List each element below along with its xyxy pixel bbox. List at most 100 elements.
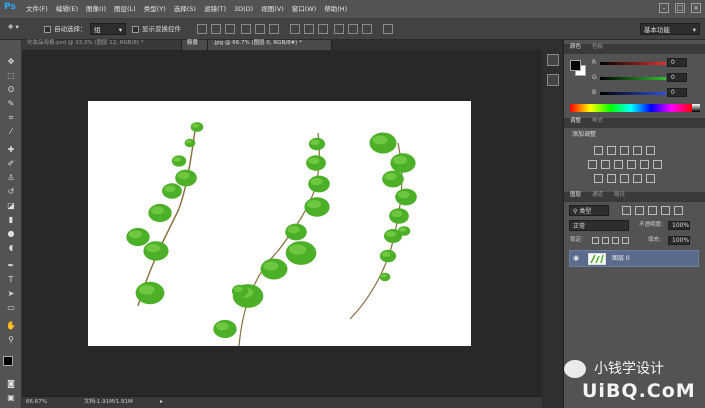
blend-mode-dropdown[interactable]: 正常 [569,220,629,231]
layer-name[interactable]: 图层 0 [612,256,630,262]
channel-r-value[interactable]: 0 [667,58,687,67]
history-panel-icon[interactable] [547,54,559,66]
gradient-map-icon[interactable] [646,174,655,183]
align-bottom-icon[interactable] [225,24,235,34]
channel-r-slider[interactable] [600,62,666,65]
tab-layers[interactable]: 图层 [570,192,581,199]
quick-mask-icon[interactable]: ◙ [5,378,17,389]
menu-file[interactable]: 文件(F) [26,6,48,13]
filter-smart-icon[interactable] [674,206,683,215]
distribute-right-icon[interactable] [362,24,372,34]
brush-tool-icon[interactable]: ✐ [5,158,17,169]
distribute-left-icon[interactable] [334,24,344,34]
menu-view[interactable]: 视图(V) [261,6,284,13]
menu-3d[interactable]: 3D(D) [234,6,253,13]
align-top-icon[interactable] [197,24,207,34]
marquee-tool-icon[interactable]: ⬚ [5,70,17,81]
channel-b-slider[interactable] [600,92,666,95]
color-balance-icon[interactable] [601,160,610,169]
filter-shape-icon[interactable] [661,206,670,215]
channel-g-slider[interactable] [600,77,666,80]
hand-tool-icon[interactable]: ✋ [5,320,17,331]
properties-panel-icon[interactable] [547,74,559,86]
color-lookup-icon[interactable] [653,160,662,169]
maximize-button[interactable]: □ [675,3,685,13]
pen-tool-icon[interactable]: ✒ [5,260,17,271]
filter-pixel-icon[interactable] [622,206,631,215]
filter-type-icon[interactable] [648,206,657,215]
type-tool-icon[interactable]: T [5,274,17,285]
lock-pixels-icon[interactable] [602,237,609,244]
lock-position-icon[interactable] [612,237,619,244]
channel-g-value[interactable]: 0 [667,73,687,82]
grayscale-ramp[interactable] [692,104,700,112]
status-arrow-icon[interactable]: ▸ [160,399,163,405]
zoom-tool-icon[interactable]: ⚲ [5,334,17,345]
move-tool-icon[interactable]: ✥ [5,56,17,67]
fill-value[interactable]: 100% [668,236,690,245]
blur-tool-icon[interactable]: ● [5,228,17,239]
lock-all-icon[interactable] [622,237,629,244]
threshold-icon[interactable] [620,174,629,183]
tab-channels[interactable]: 通道 [592,192,603,199]
menu-help[interactable]: 帮助(H) [324,6,347,13]
path-select-tool-icon[interactable]: ➤ [5,288,17,299]
quick-select-tool-icon[interactable]: ✎ [5,98,17,109]
color-ramp[interactable] [570,104,692,112]
menu-filter[interactable]: 滤镜(T) [204,6,226,13]
menu-window[interactable]: 窗口(W) [292,6,317,13]
gradient-tool-icon[interactable]: ▮ [5,214,17,225]
clone-stamp-tool-icon[interactable]: ♙ [5,172,17,183]
menu-select[interactable]: 选择(S) [174,6,196,13]
foreground-color-swatch[interactable] [3,356,13,366]
crop-tool-icon[interactable]: ⌗ [5,112,17,123]
distribute-vcenter-icon[interactable] [304,24,314,34]
align-vcenter-icon[interactable] [211,24,221,34]
layer-row-selected[interactable]: ◉ 图层 0 [569,250,699,267]
posterize-icon[interactable] [607,174,616,183]
eraser-tool-icon[interactable]: ◪ [5,200,17,211]
vibrance-icon[interactable] [646,146,655,155]
channel-b-value[interactable]: 0 [667,88,687,97]
distribute-top-icon[interactable] [290,24,300,34]
menu-type[interactable]: 类型(Y) [144,6,166,13]
shape-tool-icon[interactable]: ▭ [5,302,17,313]
photo-filter-icon[interactable] [627,160,636,169]
curves-icon[interactable] [620,146,629,155]
lock-transparency-icon[interactable] [592,237,599,244]
eyedropper-tool-icon[interactable]: ⁄ [5,126,17,137]
levels-icon[interactable] [607,146,616,155]
channel-mixer-icon[interactable] [640,160,649,169]
opacity-value[interactable]: 100% [668,221,690,230]
align-left-icon[interactable] [241,24,251,34]
show-transform-checkbox[interactable] [132,26,139,33]
tab-paths[interactable]: 路径 [614,192,625,199]
selective-color-icon[interactable] [633,174,642,183]
menu-layer[interactable]: 图层(L) [114,6,136,13]
tab-adjustments[interactable]: 调整 [570,118,581,125]
align-hcenter-icon[interactable] [255,24,265,34]
exposure-icon[interactable] [633,146,642,155]
tab-color[interactable]: 颜色 [570,44,581,51]
dodge-tool-icon[interactable]: ◖ [5,242,17,253]
tab-vine-image[interactable]: 藤蔓 [182,40,208,50]
filter-adjustment-icon[interactable] [635,206,644,215]
tab-styles[interactable]: 样式 [592,118,603,125]
distribute-hcenter-icon[interactable] [348,24,358,34]
menu-edit[interactable]: 编辑(E) [56,6,78,13]
brightness-icon[interactable] [594,146,603,155]
close-button[interactable]: × [691,3,701,13]
history-brush-tool-icon[interactable]: ↺ [5,186,17,197]
distribute-bottom-icon[interactable] [318,24,328,34]
layer-filter-dropdown[interactable]: ⚲ 类型 [569,205,609,216]
fg-color-swatch[interactable] [570,60,581,71]
tab-cosmetics-poster[interactable]: 化妆品海报.psd @ 33.3% (图层 12, RGB/8) * [22,40,182,50]
screen-mode-icon[interactable]: ▣ [5,392,17,403]
move-tool-icon[interactable]: ✥ ▾ [8,24,19,31]
minimize-button[interactable]: – [659,3,669,13]
hue-saturation-icon[interactable] [588,160,597,169]
invert-icon[interactable] [594,174,603,183]
workspace-switcher[interactable]: 基本功能 ▾ [640,23,700,35]
tab-swatches[interactable]: 色板 [592,44,603,51]
lasso-tool-icon[interactable]: ʘ [5,84,17,95]
